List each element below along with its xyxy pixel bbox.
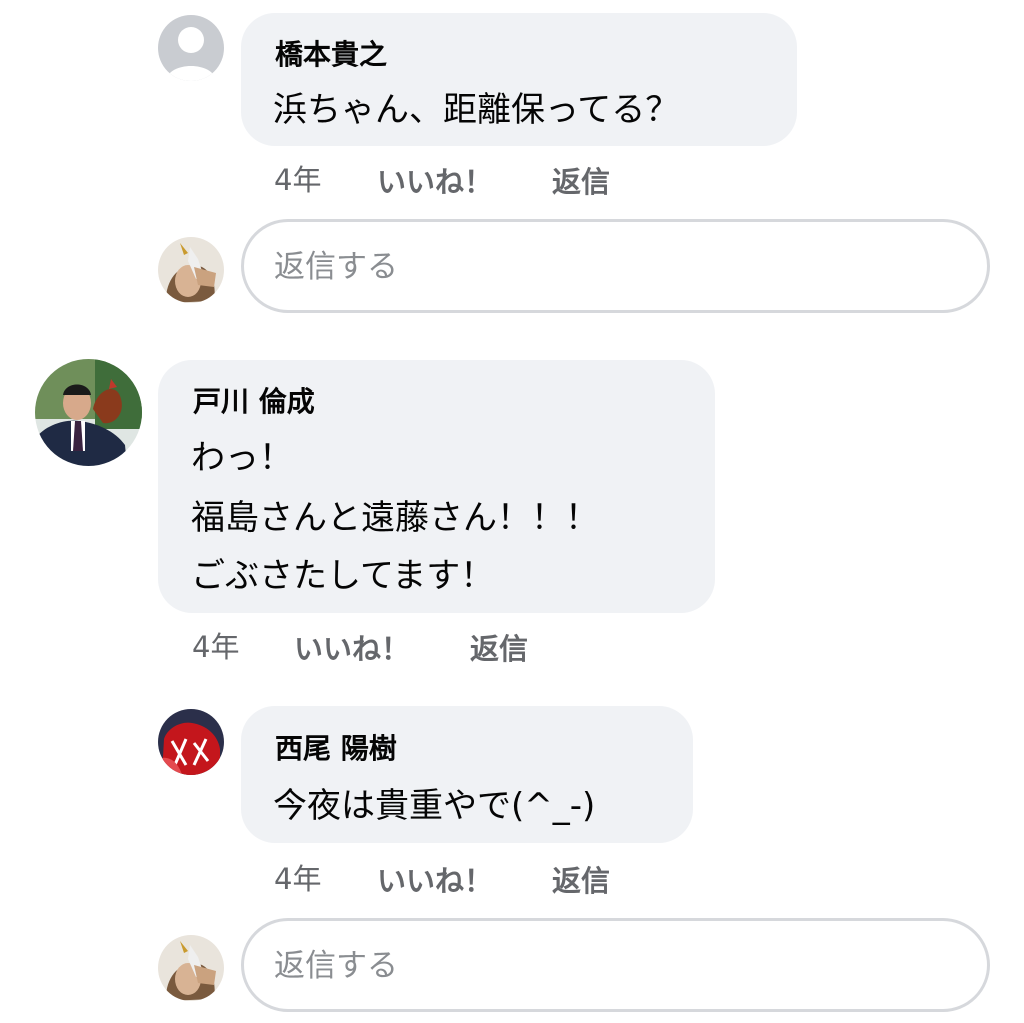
comment-author[interactable]: 橋本貴之	[275, 38, 387, 72]
comment-timestamp[interactable]: 4年	[274, 163, 321, 197]
avatar-nishio[interactable]	[158, 709, 224, 775]
reply-input-placeholder: 返信する	[274, 249, 398, 285]
comment-text-line: わっ！	[191, 438, 293, 478]
current-user-avatar	[158, 237, 224, 303]
current-user-avatar	[158, 935, 224, 1001]
user-photo-icon	[35, 359, 142, 466]
like-button[interactable]: いいね！	[377, 165, 493, 199]
comment-text: 今夜は貴重やで(^_-)	[273, 786, 596, 826]
comment-text-line: 福島さんと遠藤さん！！！	[191, 498, 599, 538]
reply-button[interactable]: 返信	[552, 165, 610, 199]
like-button[interactable]: いいね！	[377, 864, 493, 898]
user-photo-icon	[158, 709, 224, 775]
comment-bubble: 西尾 陽樹 今夜は貴重やで(^_-)	[241, 706, 693, 843]
default-avatar-icon	[158, 15, 224, 81]
reply-input[interactable]: 返信する	[241, 219, 990, 313]
comment-timestamp[interactable]: 4年	[192, 630, 239, 664]
reply-input-placeholder: 返信する	[274, 948, 398, 984]
comment-bubble: 戸川 倫成 わっ！ 福島さんと遠藤さん！！！ ごぶさたしてます！	[158, 360, 715, 613]
comment-timestamp[interactable]: 4年	[274, 862, 321, 896]
avatar-hashimoto[interactable]	[158, 15, 224, 81]
comment-text: 浜ちゃん、距離保ってる？	[273, 90, 680, 130]
like-button[interactable]: いいね！	[294, 632, 410, 666]
reply-input[interactable]: 返信する	[241, 918, 990, 1012]
user-photo-icon	[158, 237, 224, 303]
comment-author[interactable]: 戸川 倫成	[193, 385, 315, 419]
user-photo-icon	[158, 935, 224, 1001]
avatar-togawa[interactable]	[35, 359, 142, 466]
reply-button[interactable]: 返信	[470, 632, 528, 666]
comment-text-line: ごぶさたしてます！	[191, 556, 495, 596]
comment-bubble: 橋本貴之 浜ちゃん、距離保ってる？	[241, 13, 797, 146]
reply-button[interactable]: 返信	[552, 864, 610, 898]
comment-author[interactable]: 西尾 陽樹	[275, 732, 397, 766]
